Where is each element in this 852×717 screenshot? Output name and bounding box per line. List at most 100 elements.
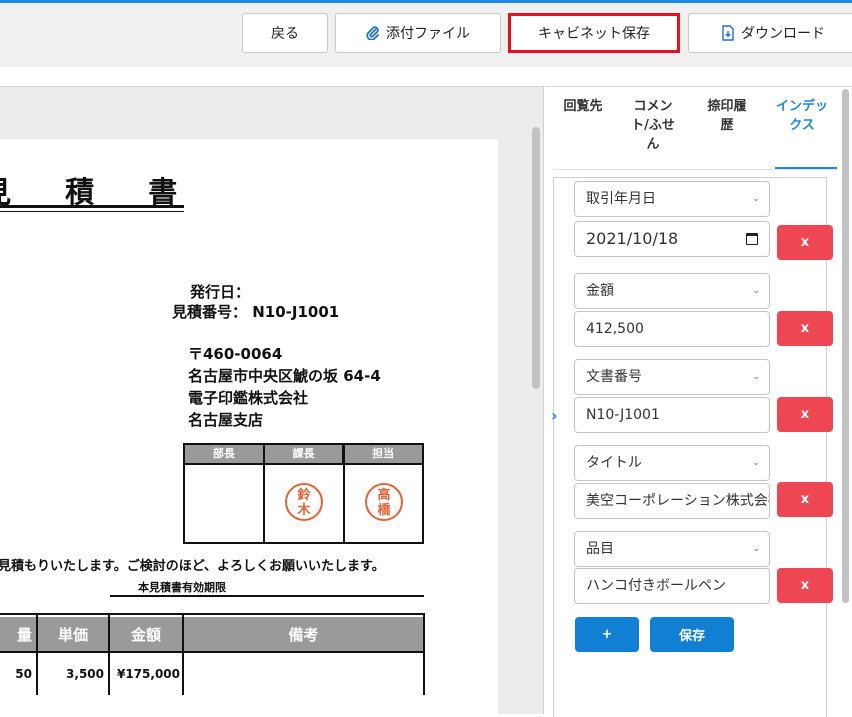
items-header-remarks: 備考	[184, 617, 423, 651]
items-table: 量 単価 金額 備考 50 3,500 ¥175,000	[0, 613, 425, 695]
items-column-line	[36, 615, 38, 695]
remove-index-button[interactable]: x	[777, 397, 833, 432]
download-button[interactable]: ダウンロード	[688, 13, 852, 53]
index-type-select[interactable]: 文書番号 ⌄	[574, 359, 770, 395]
index-type-value: タイトル	[586, 455, 642, 471]
toolbar: 戻る 添付ファイル キャビネット保存 ダウンロード	[0, 3, 852, 67]
index-type-select[interactable]: タイトル ⌄	[574, 445, 770, 481]
branch-name: 名古屋支店	[188, 411, 264, 429]
tab-comments-label: コメント/ふせん	[631, 99, 675, 152]
document-viewer[interactable]: 見 積 書 発行日： 見積番号： N10-J1001 〒460-0064 名古屋…	[0, 86, 544, 714]
calendar-icon[interactable]	[746, 233, 758, 245]
attach-file-button[interactable]: 添付ファイル	[335, 13, 501, 53]
save-index-button[interactable]: 保存	[650, 617, 734, 652]
panel-scrollbar[interactable]	[842, 89, 849, 603]
download-file-icon	[721, 25, 735, 41]
title-underline-thin	[0, 211, 184, 212]
index-value-input[interactable]: ハンコ付きボールペン	[574, 568, 770, 604]
remove-index-button[interactable]: x	[777, 568, 833, 603]
remove-index-button[interactable]: x	[777, 482, 833, 517]
index-type-value: 金額	[586, 283, 614, 299]
remove-index-label: x	[800, 492, 810, 507]
chevron-right-icon: ›	[551, 406, 558, 425]
attach-file-label: 添付ファイル	[386, 26, 470, 42]
index-value-text: 美空コーポレーション株式会社	[586, 493, 770, 509]
items-header-divider	[0, 651, 425, 653]
stamp-header-kacho: 課長	[265, 445, 345, 463]
stamp-header-bucho: 部長	[185, 445, 265, 463]
remove-index-label: x	[800, 321, 810, 336]
postal-code: 〒460-0064	[188, 345, 283, 363]
items-column-line	[182, 615, 184, 695]
index-value-text: 2021/10/18	[586, 229, 679, 248]
items-column-line	[108, 615, 110, 695]
tab-seal-history[interactable]: 捺印履歴	[703, 97, 751, 135]
chevron-down-icon: ⌄	[752, 194, 760, 204]
items-header-amount: 金額	[110, 617, 182, 651]
items-header-unit-price: 単価	[38, 617, 108, 651]
index-value-input[interactable]: 412,500	[574, 311, 770, 347]
index-type-value: 文書番号	[586, 369, 642, 385]
download-label: ダウンロード	[741, 26, 825, 42]
index-value-text: N10-J1001	[586, 407, 660, 423]
viewer-scrollbar[interactable]	[532, 127, 540, 389]
items-column-line	[423, 615, 425, 695]
back-button-label: 戻る	[271, 26, 299, 42]
cabinet-save-button[interactable]: キャビネット保存	[508, 13, 680, 53]
index-type-value: 品目	[586, 541, 614, 557]
save-index-label: 保存	[678, 629, 705, 644]
item-amount: ¥175,000	[116, 667, 180, 681]
remove-index-label: x	[800, 235, 810, 250]
side-panel: 回覧先 コメント/ふせん 捺印履歴 インデックス 取引年月日 ⌄ 2021/10…	[545, 86, 852, 717]
tab-seal-history-label: 捺印履歴	[707, 99, 747, 133]
index-type-select[interactable]: 取引年月日 ⌄	[574, 181, 770, 217]
index-value-text: ハンコ付きボールペン	[586, 578, 726, 594]
tab-bar-border	[553, 169, 837, 170]
greeting-text: 見積もりいたします。ご検討のほど、よろしくお願いいたします。	[0, 559, 385, 574]
index-type-value: 取引年月日	[586, 191, 656, 207]
index-fields: 取引年月日 ⌄ 2021/10/18 x 金額 ⌄ 412,500 x 文書番号…	[551, 177, 833, 717]
stamp-table-column-line	[263, 445, 265, 542]
company-address: 名古屋市中央区鯱の坂 64-4	[188, 367, 381, 385]
index-value-date-input[interactable]: 2021/10/18	[574, 221, 770, 257]
stamp-table-header: 部長 課長 担当	[185, 445, 422, 463]
tab-circulation[interactable]: 回覧先	[559, 97, 607, 116]
validity-label: 本見積書有効期限	[138, 581, 226, 594]
index-value-input[interactable]: N10-J1001	[574, 397, 770, 433]
index-type-select[interactable]: 金額 ⌄	[574, 273, 770, 309]
seal-suzuki: 鈴 木	[285, 483, 323, 521]
paperclip-icon	[366, 26, 380, 40]
active-tab-indicator	[775, 167, 837, 169]
cabinet-save-label: キャビネット保存	[538, 26, 650, 42]
remove-index-button[interactable]: x	[777, 311, 833, 346]
index-type-select[interactable]: 品目 ⌄	[574, 531, 770, 567]
tab-index[interactable]: インデックス	[775, 97, 829, 135]
remove-index-label: x	[800, 578, 810, 593]
approval-stamp-table: 部長 課長 担当 鈴 木 高 橋	[183, 443, 424, 544]
title-underline	[0, 205, 184, 208]
validity-underline	[110, 595, 424, 597]
estimate-number: 見積番号： N10-J1001	[172, 303, 340, 321]
item-unit-price: 3,500	[66, 667, 104, 681]
tab-index-label: インデックス	[775, 99, 828, 133]
add-index-button[interactable]: +	[575, 617, 639, 652]
index-value-text: 412,500	[586, 321, 644, 337]
chevron-down-icon: ⌄	[752, 286, 760, 296]
stamp-table-column-line	[343, 445, 345, 542]
index-value-input[interactable]: 美空コーポレーション株式会社	[574, 483, 770, 519]
seal-takahashi: 高 橋	[365, 483, 403, 521]
chevron-down-icon: ⌄	[752, 544, 760, 554]
remove-index-label: x	[800, 407, 810, 422]
company-name: 電子印鑑株式会社	[188, 389, 309, 407]
tab-circulation-label: 回覧先	[563, 99, 603, 114]
back-button[interactable]: 戻る	[242, 13, 328, 53]
tab-comments[interactable]: コメント/ふせん	[629, 97, 677, 154]
items-header-quantity: 量	[0, 617, 36, 651]
stamp-header-tanto: 担当	[372, 447, 395, 460]
chevron-down-icon: ⌄	[752, 372, 760, 382]
add-index-label: +	[601, 627, 613, 642]
issue-date-label: 発行日：	[190, 283, 251, 301]
remove-index-button[interactable]: x	[777, 225, 833, 260]
stamp-table-divider	[185, 463, 422, 465]
chevron-down-icon: ⌄	[752, 458, 760, 468]
